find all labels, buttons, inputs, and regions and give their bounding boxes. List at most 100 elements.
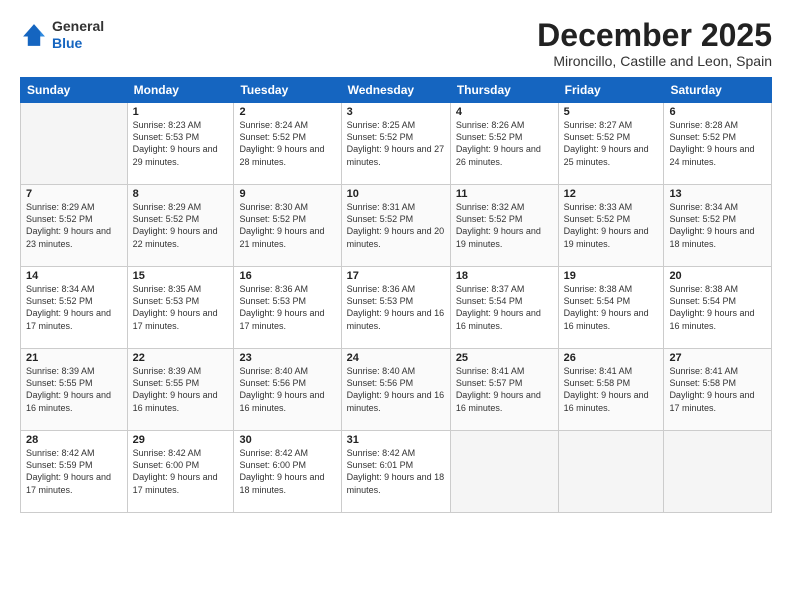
day-number: 10 [347, 188, 445, 200]
day-number: 31 [347, 434, 445, 446]
day-number: 5 [564, 106, 659, 118]
calendar-cell: 6Sunrise: 8:28 AMSunset: 5:52 PMDaylight… [664, 103, 772, 185]
day-number: 24 [347, 352, 445, 364]
day-info: Sunrise: 8:25 AMSunset: 5:52 PMDaylight:… [347, 119, 445, 168]
calendar-cell: 22Sunrise: 8:39 AMSunset: 5:55 PMDayligh… [127, 349, 234, 431]
calendar-cell: 1Sunrise: 8:23 AMSunset: 5:53 PMDaylight… [127, 103, 234, 185]
calendar-week-row: 14Sunrise: 8:34 AMSunset: 5:52 PMDayligh… [21, 267, 772, 349]
calendar-cell: 20Sunrise: 8:38 AMSunset: 5:54 PMDayligh… [664, 267, 772, 349]
day-info: Sunrise: 8:34 AMSunset: 5:52 PMDaylight:… [26, 283, 122, 332]
day-info: Sunrise: 8:41 AMSunset: 5:57 PMDaylight:… [456, 365, 553, 414]
logo-general: General [52, 18, 104, 35]
day-number: 7 [26, 188, 122, 200]
day-info: Sunrise: 8:34 AMSunset: 5:52 PMDaylight:… [669, 201, 766, 250]
weekday-header: Thursday [450, 78, 558, 103]
day-info: Sunrise: 8:39 AMSunset: 5:55 PMDaylight:… [133, 365, 229, 414]
calendar-cell: 4Sunrise: 8:26 AMSunset: 5:52 PMDaylight… [450, 103, 558, 185]
day-info: Sunrise: 8:42 AMSunset: 6:00 PMDaylight:… [133, 447, 229, 496]
calendar-header-row: SundayMondayTuesdayWednesdayThursdayFrid… [21, 78, 772, 103]
calendar-cell: 3Sunrise: 8:25 AMSunset: 5:52 PMDaylight… [341, 103, 450, 185]
day-info: Sunrise: 8:42 AMSunset: 5:59 PMDaylight:… [26, 447, 122, 496]
subtitle: Mironcillo, Castille and Leon, Spain [537, 53, 772, 69]
day-info: Sunrise: 8:38 AMSunset: 5:54 PMDaylight:… [669, 283, 766, 332]
day-info: Sunrise: 8:30 AMSunset: 5:52 PMDaylight:… [239, 201, 335, 250]
day-number: 15 [133, 270, 229, 282]
calendar-cell: 12Sunrise: 8:33 AMSunset: 5:52 PMDayligh… [558, 185, 664, 267]
day-number: 14 [26, 270, 122, 282]
day-number: 13 [669, 188, 766, 200]
day-info: Sunrise: 8:35 AMSunset: 5:53 PMDaylight:… [133, 283, 229, 332]
day-info: Sunrise: 8:33 AMSunset: 5:52 PMDaylight:… [564, 201, 659, 250]
calendar-cell [664, 431, 772, 513]
weekday-header: Wednesday [341, 78, 450, 103]
day-number: 18 [456, 270, 553, 282]
day-info: Sunrise: 8:36 AMSunset: 5:53 PMDaylight:… [347, 283, 445, 332]
calendar-cell: 15Sunrise: 8:35 AMSunset: 5:53 PMDayligh… [127, 267, 234, 349]
calendar-week-row: 1Sunrise: 8:23 AMSunset: 5:53 PMDaylight… [21, 103, 772, 185]
calendar-cell: 14Sunrise: 8:34 AMSunset: 5:52 PMDayligh… [21, 267, 128, 349]
calendar-cell: 28Sunrise: 8:42 AMSunset: 5:59 PMDayligh… [21, 431, 128, 513]
calendar-cell: 11Sunrise: 8:32 AMSunset: 5:52 PMDayligh… [450, 185, 558, 267]
calendar-cell: 19Sunrise: 8:38 AMSunset: 5:54 PMDayligh… [558, 267, 664, 349]
day-number: 21 [26, 352, 122, 364]
main-title: December 2025 [537, 18, 772, 53]
day-number: 20 [669, 270, 766, 282]
day-number: 9 [239, 188, 335, 200]
day-info: Sunrise: 8:26 AMSunset: 5:52 PMDaylight:… [456, 119, 553, 168]
day-number: 3 [347, 106, 445, 118]
day-number: 4 [456, 106, 553, 118]
day-number: 30 [239, 434, 335, 446]
day-number: 1 [133, 106, 229, 118]
calendar-week-row: 7Sunrise: 8:29 AMSunset: 5:52 PMDaylight… [21, 185, 772, 267]
day-info: Sunrise: 8:41 AMSunset: 5:58 PMDaylight:… [669, 365, 766, 414]
day-info: Sunrise: 8:38 AMSunset: 5:54 PMDaylight:… [564, 283, 659, 332]
weekday-header: Sunday [21, 78, 128, 103]
day-number: 11 [456, 188, 553, 200]
calendar-cell: 27Sunrise: 8:41 AMSunset: 5:58 PMDayligh… [664, 349, 772, 431]
day-info: Sunrise: 8:29 AMSunset: 5:52 PMDaylight:… [133, 201, 229, 250]
day-number: 6 [669, 106, 766, 118]
day-info: Sunrise: 8:29 AMSunset: 5:52 PMDaylight:… [26, 201, 122, 250]
weekday-header: Friday [558, 78, 664, 103]
logo-blue: Blue [52, 35, 104, 52]
calendar-cell: 13Sunrise: 8:34 AMSunset: 5:52 PMDayligh… [664, 185, 772, 267]
day-info: Sunrise: 8:24 AMSunset: 5:52 PMDaylight:… [239, 119, 335, 168]
day-number: 29 [133, 434, 229, 446]
day-info: Sunrise: 8:39 AMSunset: 5:55 PMDaylight:… [26, 365, 122, 414]
day-info: Sunrise: 8:32 AMSunset: 5:52 PMDaylight:… [456, 201, 553, 250]
calendar-cell: 7Sunrise: 8:29 AMSunset: 5:52 PMDaylight… [21, 185, 128, 267]
weekday-header: Saturday [664, 78, 772, 103]
calendar-cell: 10Sunrise: 8:31 AMSunset: 5:52 PMDayligh… [341, 185, 450, 267]
calendar-cell: 5Sunrise: 8:27 AMSunset: 5:52 PMDaylight… [558, 103, 664, 185]
calendar-cell: 21Sunrise: 8:39 AMSunset: 5:55 PMDayligh… [21, 349, 128, 431]
logo: General Blue [20, 18, 104, 52]
day-number: 19 [564, 270, 659, 282]
calendar-cell: 9Sunrise: 8:30 AMSunset: 5:52 PMDaylight… [234, 185, 341, 267]
calendar-cell: 2Sunrise: 8:24 AMSunset: 5:52 PMDaylight… [234, 103, 341, 185]
day-info: Sunrise: 8:42 AMSunset: 6:00 PMDaylight:… [239, 447, 335, 496]
calendar-cell: 18Sunrise: 8:37 AMSunset: 5:54 PMDayligh… [450, 267, 558, 349]
day-number: 16 [239, 270, 335, 282]
day-info: Sunrise: 8:27 AMSunset: 5:52 PMDaylight:… [564, 119, 659, 168]
day-info: Sunrise: 8:36 AMSunset: 5:53 PMDaylight:… [239, 283, 335, 332]
day-info: Sunrise: 8:40 AMSunset: 5:56 PMDaylight:… [347, 365, 445, 414]
day-number: 8 [133, 188, 229, 200]
day-number: 12 [564, 188, 659, 200]
day-number: 17 [347, 270, 445, 282]
calendar-cell [450, 431, 558, 513]
calendar-cell: 17Sunrise: 8:36 AMSunset: 5:53 PMDayligh… [341, 267, 450, 349]
calendar-cell: 31Sunrise: 8:42 AMSunset: 6:01 PMDayligh… [341, 431, 450, 513]
page: General Blue December 2025 Mironcillo, C… [0, 0, 792, 612]
day-number: 27 [669, 352, 766, 364]
weekday-header: Tuesday [234, 78, 341, 103]
calendar-week-row: 28Sunrise: 8:42 AMSunset: 5:59 PMDayligh… [21, 431, 772, 513]
day-info: Sunrise: 8:41 AMSunset: 5:58 PMDaylight:… [564, 365, 659, 414]
calendar-cell: 16Sunrise: 8:36 AMSunset: 5:53 PMDayligh… [234, 267, 341, 349]
day-number: 22 [133, 352, 229, 364]
day-info: Sunrise: 8:37 AMSunset: 5:54 PMDaylight:… [456, 283, 553, 332]
calendar-cell: 30Sunrise: 8:42 AMSunset: 6:00 PMDayligh… [234, 431, 341, 513]
calendar-table: SundayMondayTuesdayWednesdayThursdayFrid… [20, 77, 772, 513]
calendar-cell: 29Sunrise: 8:42 AMSunset: 6:00 PMDayligh… [127, 431, 234, 513]
day-number: 25 [456, 352, 553, 364]
calendar-cell: 24Sunrise: 8:40 AMSunset: 5:56 PMDayligh… [341, 349, 450, 431]
